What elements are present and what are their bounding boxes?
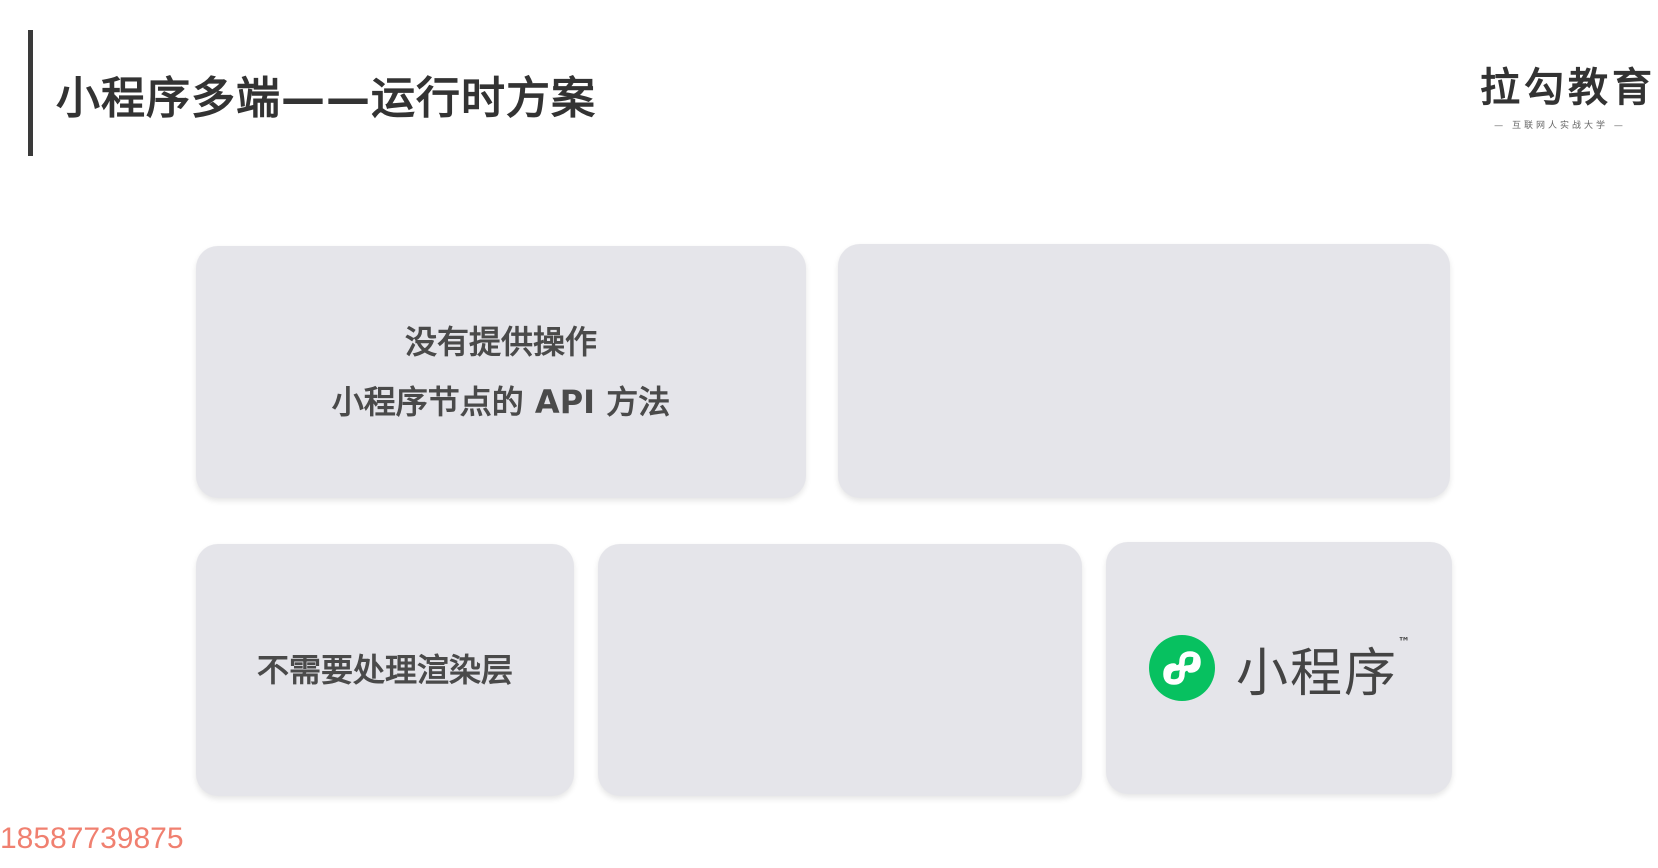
page-title: 小程序多端——运行时方案 (56, 73, 596, 124)
card-render-note: 不需要处理渲染层 (196, 544, 574, 796)
card-empty-top-right (838, 244, 1450, 498)
watermark-number: 18587739875 (0, 822, 184, 855)
card-api-note: 没有提供操作 小程序节点的 API 方法 (196, 246, 806, 498)
miniprogram-brand-text: 小程序 (1235, 643, 1398, 704)
logo-sub-text: — 互联网人实战大学 — (1494, 121, 1626, 131)
card-render-note-text: 不需要处理渲染层 (256, 651, 513, 689)
miniprogram-icon (1148, 635, 1215, 701)
lagou-logo: 拉勾教育 — 互联网人实战大学 — (1480, 64, 1656, 131)
card-miniprogram-brand: 小程序 ™ (1106, 542, 1452, 794)
card-api-note-line1: 没有提供操作 (404, 323, 597, 361)
card-empty-bottom-middle (598, 544, 1082, 796)
logo-main-text: 拉勾教育 (1480, 65, 1656, 111)
card-api-note-line2: 小程序节点的 API 方法 (331, 383, 671, 421)
trademark-mark: ™ (1398, 634, 1410, 649)
title-accent-bar (28, 30, 33, 156)
miniprogram-brand: 小程序 ™ (1148, 631, 1410, 706)
